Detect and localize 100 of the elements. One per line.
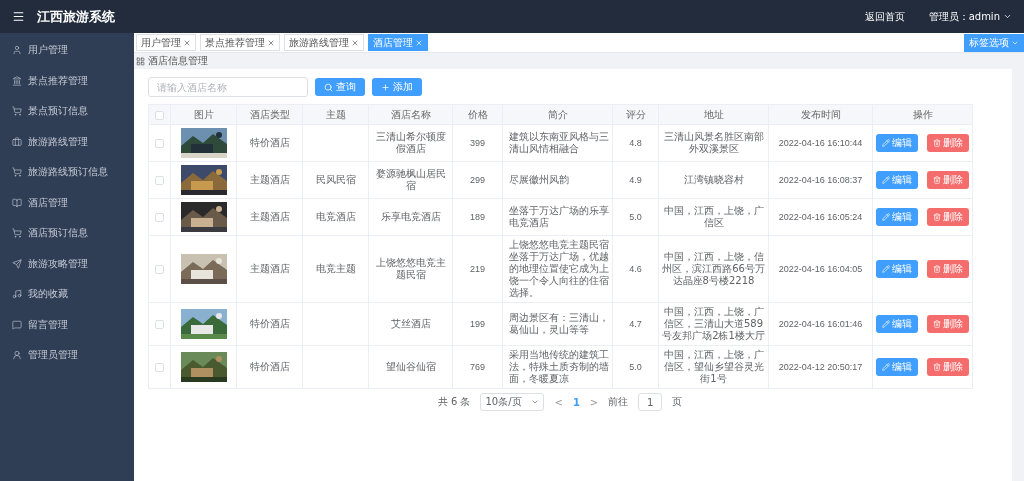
table-cell: 主题酒店: [236, 161, 303, 199]
delete-button[interactable]: 删除: [927, 315, 969, 333]
sidebar-item[interactable]: 旅游攻略管理: [0, 248, 134, 279]
tab[interactable]: 用户管理: [136, 34, 196, 51]
trash-icon: [933, 139, 941, 147]
page-input[interactable]: 1: [638, 393, 663, 411]
edit-button[interactable]: 编辑: [876, 358, 918, 376]
tab-options-button[interactable]: 标签选项: [964, 33, 1024, 52]
page-suffix: 页: [672, 395, 683, 409]
goto-label: 前往: [608, 395, 629, 409]
checkbox[interactable]: [155, 176, 164, 185]
checkbox[interactable]: [155, 265, 164, 274]
table-cell: 299: [452, 161, 503, 199]
edit-button[interactable]: 编辑: [876, 171, 918, 189]
checkbox[interactable]: [155, 320, 164, 329]
cart-icon: [12, 228, 22, 239]
app-title: 江西旅游系统: [37, 7, 115, 26]
trash-icon: [933, 363, 941, 371]
table-cell: 坐落于万达广场的乐享电竞酒店: [502, 198, 613, 236]
caret-icon: [1003, 12, 1012, 21]
sidebar-item[interactable]: 用户管理: [0, 35, 134, 66]
user-icon: [12, 45, 22, 56]
page-number[interactable]: 1: [572, 396, 580, 408]
delete-button[interactable]: 删除: [927, 171, 969, 189]
close-icon[interactable]: [351, 38, 359, 47]
column-header: 酒店类型: [236, 104, 303, 125]
next-page-button[interactable]: >: [589, 396, 599, 408]
sidebar-item[interactable]: 景点推荐管理: [0, 65, 134, 96]
edit-button[interactable]: 编辑: [876, 260, 918, 278]
total-count: 共 6 条: [437, 395, 471, 409]
table-cell: 采用当地传统的建筑工法，特殊土质夯制的墙面，冬暖夏凉: [502, 345, 613, 389]
column-header: 地址: [658, 104, 769, 125]
checkbox[interactable]: [155, 213, 164, 222]
trash-icon: [933, 176, 941, 184]
checkbox[interactable]: [155, 139, 164, 148]
delete-button[interactable]: 删除: [927, 208, 969, 226]
table-cell: 5.0: [612, 198, 659, 236]
music-note-icon: [12, 289, 22, 300]
pencil-icon: [882, 363, 890, 371]
table-cell: 4.7: [612, 302, 659, 346]
delete-button[interactable]: 删除: [927, 134, 969, 152]
table-cell: 中国，江西，上饶，广信区，三清山大道589号友邦广场2栋1楼大厅: [658, 302, 769, 346]
edit-button[interactable]: 编辑: [876, 134, 918, 152]
building-icon: [12, 75, 22, 86]
pencil-icon: [882, 320, 890, 328]
sidebar-item[interactable]: 我的收藏: [0, 279, 134, 310]
tab[interactable]: 酒店管理: [368, 34, 428, 51]
table-cell: 周边景区有：三清山，葛仙山，灵山等等: [502, 302, 613, 346]
table-cell: 乐享电竞酒店: [368, 198, 453, 236]
sidebar-item[interactable]: 酒店预订信息: [0, 218, 134, 249]
user-menu[interactable]: 管理员：admin: [928, 9, 1012, 24]
column-header: 酒店名称: [368, 104, 453, 125]
column-header: 价格: [452, 104, 503, 125]
table-cell: 中国，江西，上饶，广信区，望仙乡望谷灵光街1号: [658, 345, 769, 389]
checkbox[interactable]: [155, 363, 164, 372]
briefcase-icon: [12, 136, 22, 147]
add-button[interactable]: 添加: [372, 78, 422, 96]
pencil-icon: [882, 139, 890, 147]
column-header: 主题: [302, 104, 369, 125]
table-cell: 2022-04-16 16:05:24: [768, 198, 873, 236]
sidebar-item[interactable]: 管理员管理: [0, 340, 134, 371]
tab[interactable]: 旅游路线管理: [284, 34, 364, 51]
sidebar-item[interactable]: 景点预订信息: [0, 96, 134, 127]
close-icon[interactable]: [415, 38, 423, 47]
table-cell: 主题酒店: [236, 198, 303, 236]
tab[interactable]: 景点推荐管理: [200, 34, 280, 51]
table-cell: 2022-04-16 16:08:37: [768, 161, 873, 199]
pencil-icon: [882, 213, 890, 221]
book-icon: [12, 197, 22, 208]
search-field[interactable]: 请输入酒店名称: [148, 77, 308, 97]
table-cell: 艾丝酒店: [368, 302, 453, 346]
sidebar-item[interactable]: 酒店管理: [0, 187, 134, 218]
sidebar-item[interactable]: 旅游路线管理: [0, 126, 134, 157]
table-cell: 江湾镇晓容村: [658, 161, 769, 199]
sidebar-item[interactable]: 旅游路线预订信息: [0, 157, 134, 188]
close-icon[interactable]: [183, 38, 191, 47]
checkbox[interactable]: [155, 110, 164, 120]
home-link[interactable]: 返回首页: [864, 9, 905, 24]
breadcrumb: 酒店信息管理: [148, 54, 208, 68]
paper-plane-icon: [12, 258, 22, 269]
edit-button[interactable]: 编辑: [876, 315, 918, 333]
edit-button[interactable]: 编辑: [876, 208, 918, 226]
table-cell: 望仙谷仙宿: [368, 345, 453, 389]
previous-page-button[interactable]: <: [554, 396, 563, 408]
menu-icon[interactable]: [12, 10, 25, 23]
page-size-select[interactable]: 10条/页: [480, 393, 545, 411]
column-header: 发布时间: [768, 104, 873, 125]
delete-button[interactable]: 删除: [927, 260, 969, 278]
pencil-icon: [882, 265, 890, 273]
close-icon[interactable]: [267, 38, 275, 47]
delete-button[interactable]: 删除: [927, 358, 969, 376]
sidebar-item[interactable]: 留言管理: [0, 309, 134, 340]
table-cell: 2022-04-16 16:01:46: [768, 302, 873, 346]
pencil-icon: [882, 176, 890, 184]
column-header: 操作: [872, 104, 973, 125]
table-cell: 2022-04-16 16:04:05: [768, 235, 873, 303]
table-cell: 民风民宿: [302, 161, 369, 199]
search-button[interactable]: 查询: [315, 78, 365, 96]
table-cell: 三清山希尔顿度假酒店: [368, 124, 453, 162]
table-cell: 电竞主题: [302, 235, 369, 303]
